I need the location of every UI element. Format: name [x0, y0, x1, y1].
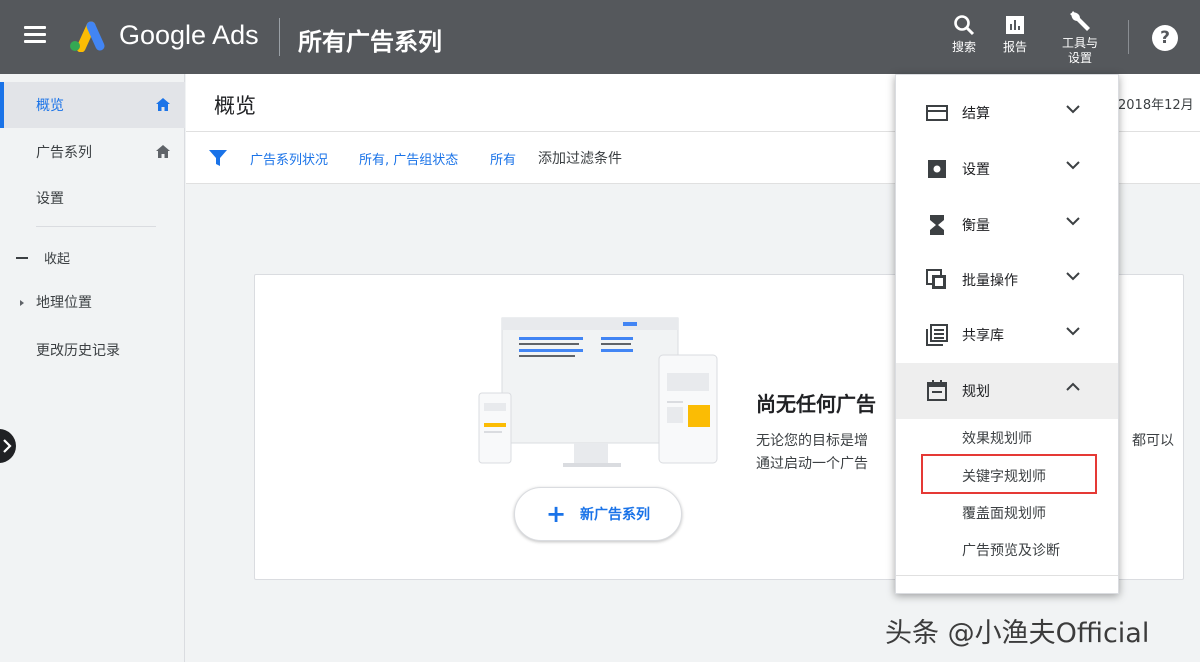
menu-section-billing[interactable]: 结算 — [896, 85, 1118, 141]
plus-icon: + — [545, 500, 567, 528]
menu-section-shared-library[interactable]: 共享库 — [896, 307, 1118, 363]
menu-section-measurement[interactable]: 衡量 — [896, 197, 1118, 253]
menu-item-reach-planner[interactable]: 覆盖面规划师 — [962, 503, 1046, 523]
menu-item-performance-planner[interactable]: 效果规划师 — [962, 428, 1032, 448]
main-title: 概览 — [214, 94, 256, 118]
filter-chip-all[interactable]: 所有 — [490, 149, 516, 168]
empty-desc-end: 都可以 — [1132, 433, 1174, 449]
devices-illustration — [478, 317, 718, 467]
chevron-right-icon[interactable] — [0, 429, 16, 463]
filter-icon[interactable] — [208, 149, 228, 167]
chevron-down-icon — [1066, 217, 1080, 226]
filter-chip-campaign-status[interactable]: 广告系列状况 — [250, 149, 328, 168]
library-icon — [926, 324, 948, 346]
tools-label-line1: 工具与 — [1061, 36, 1098, 50]
menu-section-label: 衡量 — [962, 218, 990, 234]
menu-section-label: 规划 — [962, 384, 990, 400]
nav-item-label: 设置 — [36, 191, 64, 207]
left-navigation: 概览 广告系列 设置 收起 地理位置 更改历史记录 — [0, 74, 185, 662]
calendar-icon — [927, 380, 947, 401]
tools-dropdown-menu: 结算 设置 衡量 批量操作 共享库 规划 效果规划师 关键字规划师 覆盖面规划师… — [895, 74, 1119, 594]
expand-arrow-icon — [20, 300, 24, 306]
top-app-bar: Google Ads 所有广告系列 搜索 报告 工具与 设置 ? — [0, 0, 1200, 74]
nav-item-settings[interactable]: 设置 — [0, 175, 185, 221]
credit-card-icon — [926, 105, 948, 121]
new-campaign-label: 新广告系列 — [580, 507, 651, 523]
search-label: 搜索 — [951, 40, 976, 54]
chevron-down-icon — [1066, 105, 1080, 114]
chevron-up-icon — [1066, 382, 1080, 391]
wrench-icon — [1070, 11, 1090, 31]
brand-name: Google Ads — [119, 20, 259, 50]
new-campaign-button[interactable]: + 新广告系列 — [514, 487, 682, 541]
reports-button[interactable]: 报告 — [999, 10, 1031, 55]
reports-label: 报告 — [1002, 40, 1027, 54]
nav-item-label: 广告系列 — [36, 145, 92, 161]
nav-item-overview[interactable]: 概览 — [0, 82, 185, 128]
menu-section-label: 批量操作 — [962, 273, 1018, 289]
menu-section-setup[interactable]: 设置 — [896, 141, 1118, 197]
google-ads-logo-icon — [70, 21, 105, 52]
collapse-label: 收起 — [44, 252, 71, 267]
geo-label: 地理位置 — [36, 295, 92, 311]
nav-item-locations[interactable]: 地理位置 — [20, 292, 92, 312]
menu-section-label: 结算 — [962, 106, 990, 122]
watermark-text: 头条 @小渔夫Official — [885, 618, 1150, 649]
nav-item-label: 概览 — [36, 98, 64, 114]
empty-desc-start: 无论您的目标是增 — [756, 433, 868, 449]
nav-item-campaigns[interactable]: 广告系列 — [0, 129, 185, 175]
nav-divider — [36, 226, 156, 227]
tools-label-line2: 设置 — [1067, 51, 1092, 65]
menu-section-bulk-actions[interactable]: 批量操作 — [896, 252, 1118, 308]
menu-item-ad-preview[interactable]: 广告预览及诊断 — [962, 540, 1060, 560]
add-filter-button[interactable]: 添加过滤条件 — [538, 148, 622, 168]
hourglass-icon — [930, 215, 944, 235]
bar-chart-icon — [1006, 16, 1024, 34]
help-divider — [1128, 20, 1129, 54]
page-title: 所有广告系列 — [298, 28, 442, 56]
settings-box-icon — [928, 160, 946, 178]
home-icon — [156, 98, 170, 111]
nav-item-change-history[interactable]: 更改历史记录 — [36, 340, 120, 360]
menu-icon[interactable] — [24, 26, 46, 44]
empty-state-title: 尚无任何广告 — [756, 392, 876, 416]
help-icon[interactable]: ? — [1152, 25, 1178, 51]
tools-settings-button[interactable]: 工具与 设置 — [1057, 6, 1103, 66]
menu-section-label: 设置 — [962, 162, 990, 178]
menu-section-planning[interactable]: 规划 — [896, 363, 1118, 419]
chevron-down-icon — [1066, 272, 1080, 281]
minus-icon — [16, 256, 28, 259]
filter-chip-adgroup-status[interactable]: 所有, 广告组状态 — [359, 149, 458, 168]
date-range-selector[interactable]: 2018年12月 — [1118, 94, 1194, 113]
menu-section-label: 共享库 — [962, 328, 1004, 344]
copy-icon — [926, 269, 946, 289]
collapse-toggle[interactable]: 收起 — [16, 248, 70, 267]
chevron-down-icon — [1066, 327, 1080, 336]
chevron-down-icon — [1066, 161, 1080, 170]
home-icon — [156, 145, 170, 158]
menu-divider — [896, 575, 1118, 576]
keyword-planner-highlight — [921, 454, 1097, 494]
search-button[interactable]: 搜索 — [948, 10, 980, 55]
header-divider — [279, 18, 280, 56]
search-icon — [954, 15, 975, 36]
